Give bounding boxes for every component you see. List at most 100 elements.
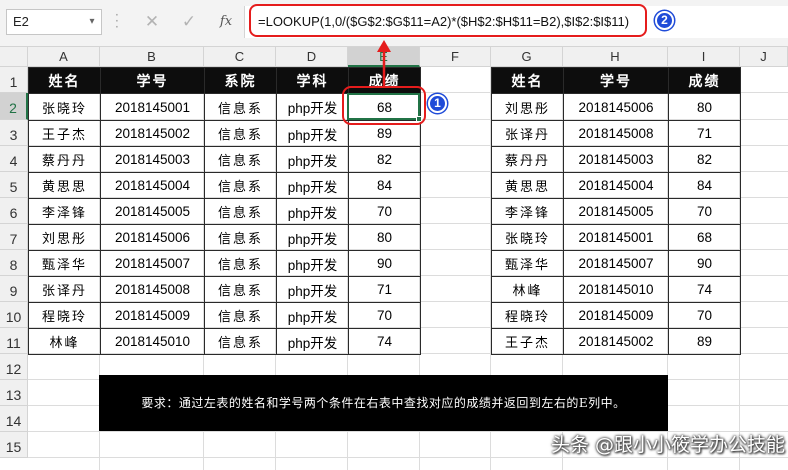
table-cell[interactable]: 2018145006: [563, 93, 669, 121]
column-header-F[interactable]: F: [420, 47, 491, 67]
table-cell[interactable]: php开发: [276, 224, 349, 251]
table-cell[interactable]: php开发: [276, 93, 349, 121]
column-header-J[interactable]: J: [740, 47, 788, 67]
table-cell[interactable]: 信息系: [204, 250, 277, 277]
row-header-13[interactable]: 13: [0, 380, 28, 406]
table-cell[interactable]: 张译丹: [28, 276, 101, 303]
table-cell[interactable]: 蔡丹丹: [28, 146, 101, 173]
table-cell[interactable]: php开发: [276, 302, 349, 329]
table-cell[interactable]: php开发: [276, 146, 349, 173]
table-cell[interactable]: 信息系: [204, 328, 277, 355]
insert-function-icon[interactable]: fx: [214, 11, 238, 33]
table-cell[interactable]: 信息系: [204, 276, 277, 303]
table-header-cell[interactable]: 学科: [276, 67, 349, 94]
table-cell[interactable]: 2018145004: [100, 172, 205, 199]
table-cell[interactable]: 黄思思: [491, 172, 564, 199]
select-all-corner[interactable]: [0, 47, 28, 67]
table-cell[interactable]: 2018145009: [563, 302, 669, 329]
table-cell[interactable]: 2018145006: [100, 224, 205, 251]
table-cell[interactable]: 82: [668, 146, 741, 173]
table-cell[interactable]: 刘思彤: [28, 224, 101, 251]
column-header-A[interactable]: A: [28, 47, 100, 67]
column-header-I[interactable]: I: [668, 47, 740, 67]
table-cell[interactable]: 70: [668, 302, 741, 329]
table-header-cell[interactable]: 姓名: [28, 67, 101, 94]
formula-bar-grip-icon[interactable]: · · ·: [115, 9, 121, 33]
table-cell[interactable]: 84: [668, 172, 741, 199]
row-header-15[interactable]: 15: [0, 432, 28, 458]
table-cell[interactable]: 信息系: [204, 146, 277, 173]
row-header-4[interactable]: 4: [0, 146, 28, 172]
table-cell[interactable]: 黄思思: [28, 172, 101, 199]
table-cell[interactable]: 程晓玲: [491, 302, 564, 329]
table-cell[interactable]: 王子杰: [491, 328, 564, 355]
table-cell[interactable]: 90: [348, 250, 421, 277]
table-cell[interactable]: 74: [348, 328, 421, 355]
table-cell[interactable]: 90: [668, 250, 741, 277]
table-cell[interactable]: 蔡丹丹: [491, 146, 564, 173]
table-cell[interactable]: 71: [668, 120, 741, 147]
table-cell[interactable]: php开发: [276, 172, 349, 199]
table-cell[interactable]: 2018145010: [563, 276, 669, 303]
table-cell[interactable]: 2018145001: [100, 93, 205, 121]
table-cell[interactable]: 信息系: [204, 198, 277, 225]
table-cell[interactable]: 70: [668, 198, 741, 225]
table-header-cell[interactable]: 学号: [100, 67, 205, 94]
row-header-9[interactable]: 9: [0, 276, 28, 302]
row-header-3[interactable]: 3: [0, 120, 28, 146]
table-cell[interactable]: 74: [668, 276, 741, 303]
table-cell[interactable]: 70: [348, 302, 421, 329]
table-cell[interactable]: 2018145003: [563, 146, 669, 173]
table-cell[interactable]: 68: [668, 224, 741, 251]
table-cell[interactable]: 2018145001: [563, 224, 669, 251]
table-cell[interactable]: 信息系: [204, 172, 277, 199]
table-cell[interactable]: 2018145002: [563, 328, 669, 355]
cancel-icon[interactable]: ✕: [141, 11, 163, 33]
row-header-5[interactable]: 5: [0, 172, 28, 198]
enter-icon[interactable]: ✓: [178, 11, 200, 33]
table-cell[interactable]: php开发: [276, 250, 349, 277]
row-header-8[interactable]: 8: [0, 250, 28, 276]
table-cell[interactable]: 71: [348, 276, 421, 303]
name-box-dropdown-icon[interactable]: ▾: [85, 10, 99, 34]
table-cell[interactable]: 84: [348, 172, 421, 199]
table-cell[interactable]: 2018145007: [563, 250, 669, 277]
table-cell[interactable]: 张晓玲: [491, 224, 564, 251]
table-cell[interactable]: 2018145008: [563, 120, 669, 147]
table-cell[interactable]: 2018145003: [100, 146, 205, 173]
table-cell[interactable]: php开发: [276, 328, 349, 355]
table-cell[interactable]: 2018145005: [563, 198, 669, 225]
row-header-6[interactable]: 6: [0, 198, 28, 224]
table-header-cell[interactable]: 姓名: [491, 67, 564, 94]
table-cell[interactable]: 2018145010: [100, 328, 205, 355]
row-header-11[interactable]: 11: [0, 328, 28, 354]
table-cell[interactable]: 信息系: [204, 93, 277, 121]
row-header-2[interactable]: 2: [0, 93, 28, 120]
table-cell[interactable]: 信息系: [204, 302, 277, 329]
table-cell[interactable]: 2018145002: [100, 120, 205, 147]
table-cell[interactable]: 82: [348, 146, 421, 173]
table-cell[interactable]: 张晓玲: [28, 93, 101, 121]
column-header-C[interactable]: C: [204, 47, 276, 67]
row-header-10[interactable]: 10: [0, 302, 28, 328]
table-cell[interactable]: php开发: [276, 120, 349, 147]
table-cell[interactable]: 89: [668, 328, 741, 355]
table-cell[interactable]: 林峰: [491, 276, 564, 303]
table-cell[interactable]: 信息系: [204, 120, 277, 147]
table-cell[interactable]: 林峰: [28, 328, 101, 355]
table-cell[interactable]: 程晓玲: [28, 302, 101, 329]
table-cell[interactable]: 70: [348, 198, 421, 225]
column-header-B[interactable]: B: [100, 47, 204, 67]
table-cell[interactable]: 信息系: [204, 224, 277, 251]
table-header-cell[interactable]: 学号: [563, 67, 669, 94]
table-cell[interactable]: php开发: [276, 276, 349, 303]
row-header-1[interactable]: 1: [0, 67, 28, 93]
table-cell[interactable]: 王子杰: [28, 120, 101, 147]
table-header-cell[interactable]: 成绩: [668, 67, 741, 94]
table-cell[interactable]: 李泽锋: [28, 198, 101, 225]
table-cell[interactable]: php开发: [276, 198, 349, 225]
table-cell[interactable]: 80: [348, 224, 421, 251]
row-header-7[interactable]: 7: [0, 224, 28, 250]
table-cell[interactable]: 2018145008: [100, 276, 205, 303]
row-header-12[interactable]: 12: [0, 354, 28, 380]
